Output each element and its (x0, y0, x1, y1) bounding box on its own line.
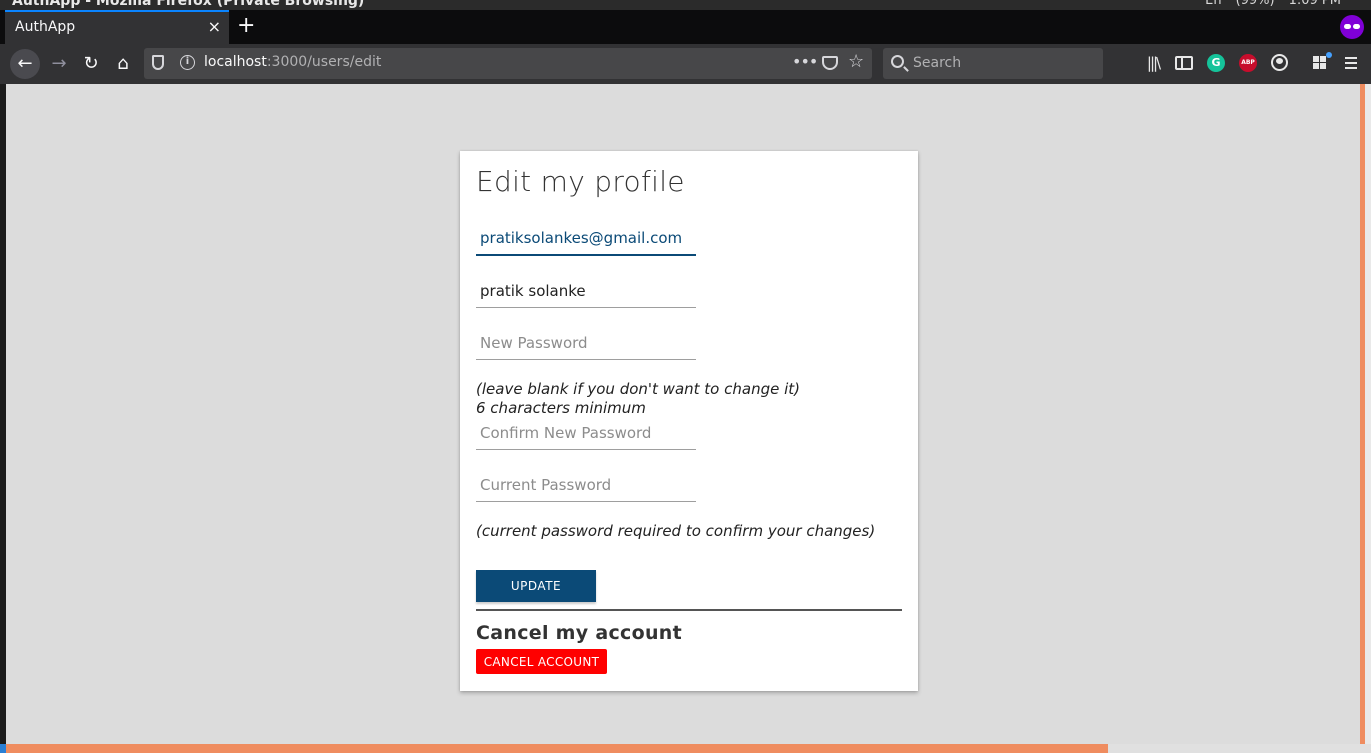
new-tab-button[interactable]: + (237, 14, 255, 38)
forward-button[interactable]: → (44, 49, 74, 79)
home-button[interactable]: ⌂ (108, 49, 138, 79)
window-title: AuthApp - Mozilla Firefox (Private Brows… (12, 0, 365, 9)
url-text[interactable]: localhost:3000/users/edit (204, 54, 381, 70)
tracking-protection-shield-icon[interactable] (152, 55, 164, 70)
url-path: :3000/users/edit (266, 54, 382, 70)
close-tab-icon[interactable]: × (208, 17, 221, 37)
sidebar-icon[interactable] (1175, 56, 1193, 70)
pocket-icon[interactable] (822, 56, 838, 70)
search-bar[interactable]: Search (883, 48, 1103, 79)
hint-leave-blank: (leave blank if you don't want to change… (476, 380, 800, 398)
url-bar[interactable]: i localhost:3000/users/edit ••• ☆ (144, 48, 872, 79)
email-field[interactable] (476, 222, 696, 256)
update-button[interactable]: UPDATE (476, 570, 596, 602)
hamburger-menu-icon[interactable] (1345, 53, 1361, 73)
tab-authapp[interactable]: AuthApp × (5, 10, 229, 44)
current-password-field[interactable] (476, 468, 696, 502)
grammarly-extension-icon[interactable]: G (1207, 54, 1225, 72)
private-browsing-icon (1340, 15, 1364, 39)
confirm-password-field[interactable] (476, 416, 696, 450)
tray-language[interactable]: En (1205, 0, 1221, 8)
back-button[interactable]: ← (10, 49, 40, 79)
adblock-plus-icon[interactable]: ABP (1239, 54, 1257, 72)
hint-current-required: (current password required to confirm yo… (476, 522, 876, 540)
page-actions-icon[interactable]: ••• (792, 52, 818, 71)
section-divider (476, 609, 902, 611)
tray-battery[interactable]: (99%) (1236, 0, 1275, 8)
left-window-edge (0, 84, 6, 753)
bottom-accent-strip (0, 744, 1108, 753)
bookmark-star-icon[interactable]: ☆ (848, 51, 864, 72)
right-scroll-strip (1360, 84, 1371, 744)
cancel-account-button[interactable]: CANCEL ACCOUNT (476, 649, 607, 674)
cancel-account-heading: Cancel my account (476, 622, 683, 644)
bottom-strip-rest (1108, 744, 1371, 753)
account-icon[interactable] (1271, 54, 1288, 71)
reload-button[interactable]: ↻ (76, 49, 106, 79)
extensions-icon[interactable] (1313, 52, 1332, 73)
edit-profile-card: Edit my profile (leave blank if you don'… (460, 151, 918, 691)
nav-toolbar: ← → ↻ ⌂ i localhost:3000/users/edit ••• … (0, 44, 1371, 84)
page-title: Edit my profile (476, 165, 685, 198)
os-top-bar: AuthApp - Mozilla Firefox (Private Brows… (0, 0, 1371, 10)
bottom-left-marker (0, 744, 6, 753)
library-icon[interactable]: |||\ (1143, 53, 1163, 73)
tab-bar: AuthApp × + (0, 10, 1371, 44)
search-icon (891, 55, 904, 68)
tray-time[interactable]: 1:09 PM (1289, 0, 1341, 8)
name-field[interactable] (476, 274, 696, 308)
search-placeholder: Search (913, 55, 962, 71)
new-password-field[interactable] (476, 326, 696, 360)
tab-title: AuthApp (15, 19, 76, 35)
site-info-icon[interactable]: i (180, 55, 195, 70)
url-host: localhost (204, 54, 267, 70)
system-tray: En (99%) 1:09 PM (1205, 0, 1341, 8)
page-viewport: Edit my profile (leave blank if you don'… (0, 84, 1371, 753)
